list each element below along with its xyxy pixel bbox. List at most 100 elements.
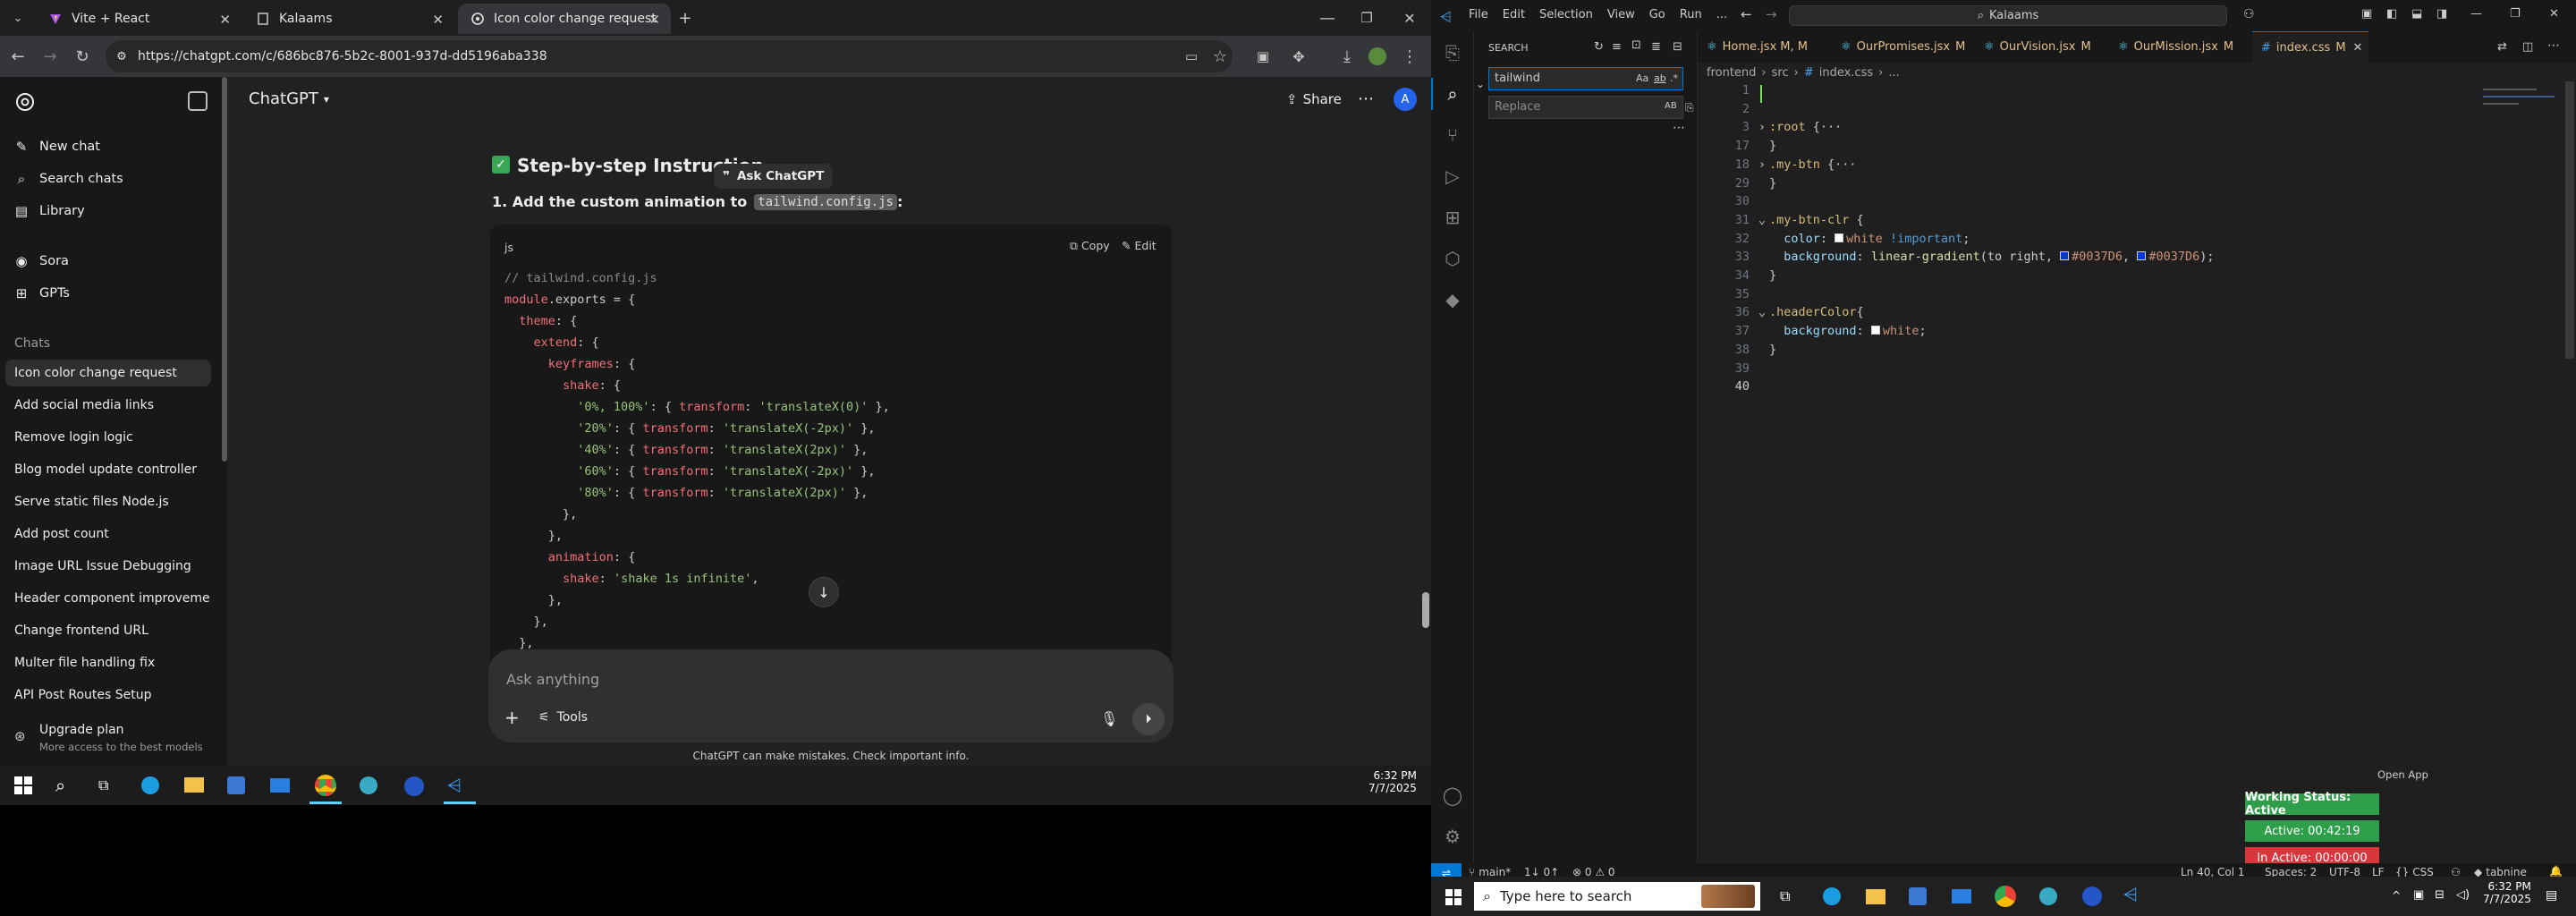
- fold-collapsed-icon[interactable]: ›: [1753, 120, 1766, 134]
- split-editor-icon[interactable]: ◫: [2522, 40, 2533, 54]
- account-icon[interactable]: ◯: [1442, 785, 1463, 806]
- toggle-secondary-icon[interactable]: ◨: [2436, 7, 2447, 21]
- chat-item-1[interactable]: Add social media links: [5, 392, 211, 419]
- mail-icon[interactable]: [270, 778, 290, 793]
- menu-dots-icon[interactable]: ⋮: [1399, 46, 1420, 67]
- vscode-icon[interactable]: ⩤: [447, 775, 469, 796]
- download-icon[interactable]: ⤓: [1336, 46, 1358, 67]
- mail-icon[interactable]: [1952, 889, 1971, 903]
- edit-button[interactable]: ✎ Edit: [1122, 239, 1157, 252]
- editor-scrollbar[interactable]: [2565, 81, 2574, 359]
- task-view-icon[interactable]: ⧉: [1780, 887, 1790, 905]
- chat-item-5[interactable]: Add post count: [5, 521, 211, 547]
- copy-button[interactable]: ⧉ Copy: [1070, 239, 1110, 253]
- bookmark-star-icon[interactable]: ☆: [1209, 46, 1231, 67]
- windows-start-icon[interactable]: [1445, 889, 1462, 905]
- match-case-toggle[interactable]: Aa: [1636, 72, 1648, 84]
- toggle-sidebar-icon[interactable]: ◧: [2386, 7, 2397, 21]
- chat-item-3[interactable]: Blog model update controller: [5, 456, 211, 483]
- breadcrumb-item[interactable]: frontend: [1707, 66, 1756, 80]
- chat-item-6[interactable]: Image URL Issue Debugging: [5, 553, 211, 580]
- profile-icon[interactable]: [1367, 46, 1388, 67]
- menu-selection[interactable]: Selection: [1539, 8, 1593, 21]
- edge-icon[interactable]: [1823, 887, 1841, 905]
- minimap[interactable]: [2483, 83, 2569, 155]
- store-icon[interactable]: [227, 776, 245, 794]
- replace-input[interactable]: Replace AB: [1488, 96, 1683, 119]
- preserve-case-toggle[interactable]: AB: [1665, 101, 1677, 111]
- minimize-icon[interactable]: —: [1317, 7, 1338, 29]
- chat-item-7[interactable]: Header component improveme...: [5, 585, 211, 612]
- chrome-icon[interactable]: [1995, 886, 2016, 907]
- chrome-icon[interactable]: [315, 775, 336, 796]
- maximize-icon[interactable]: ❐: [1356, 7, 1377, 29]
- tab-ourvision-jsx[interactable]: ⚛ OurVision.jsx M: [1975, 31, 2109, 63]
- new-tab-icon[interactable]: +: [674, 7, 696, 29]
- tabnine-icon[interactable]: ◆: [1442, 289, 1463, 310]
- openai-logo-icon[interactable]: [14, 91, 36, 113]
- notification-center-icon[interactable]: ▤: [2546, 888, 2557, 903]
- close-icon[interactable]: ✕: [2353, 41, 2363, 55]
- tray-app-icon[interactable]: ▣: [2413, 888, 2424, 902]
- breadcrumb-item[interactable]: index.css: [1819, 66, 1873, 80]
- gear-icon[interactable]: ⚙: [1442, 826, 1463, 847]
- app-icon[interactable]: [360, 776, 377, 794]
- app-icon[interactable]: [404, 776, 424, 796]
- tab-vite-react[interactable]: Vite + React ✕: [36, 4, 242, 34]
- close-icon[interactable]: ✕: [648, 12, 660, 28]
- menu-run[interactable]: Run: [1680, 8, 1702, 21]
- tray-chevron-icon[interactable]: ^: [2392, 889, 2401, 902]
- chat-item-2[interactable]: Remove login logic: [5, 424, 211, 451]
- clear-results-icon[interactable]: ≡: [1612, 40, 1622, 54]
- page-scrollbar[interactable]: [1422, 592, 1429, 628]
- clock[interactable]: 6:32 PM 7/7/2025: [1368, 769, 1417, 794]
- remote-explorer-icon[interactable]: ⬡: [1442, 248, 1463, 269]
- close-icon[interactable]: ✕: [432, 12, 444, 28]
- search-icon[interactable]: ⌕: [55, 775, 65, 796]
- clock[interactable]: 6:32 PM 7/7/2025: [2483, 880, 2531, 905]
- extensions-puzzle-icon[interactable]: ✥: [1288, 46, 1309, 67]
- maximize-icon[interactable]: ❐: [2510, 7, 2521, 21]
- fold-collapsed-icon[interactable]: ›: [1753, 157, 1766, 172]
- microphone-icon[interactable]: 🎙: [1100, 710, 1118, 727]
- task-view-icon[interactable]: ⧉: [98, 776, 108, 794]
- back-icon[interactable]: ←: [7, 46, 29, 67]
- sidebar-scrollbar[interactable]: [222, 77, 227, 462]
- sora-item[interactable]: ◉ Sora: [13, 250, 68, 272]
- avatar[interactable]: A: [1394, 88, 1417, 111]
- search-chats-item[interactable]: ⌕ Search chats: [13, 168, 123, 190]
- app-icon[interactable]: [2082, 886, 2102, 906]
- menu-file[interactable]: File: [1469, 8, 1488, 21]
- chat-item-0[interactable]: Icon color change request: [5, 360, 211, 386]
- minimize-icon[interactable]: —: [2470, 7, 2482, 21]
- address-bar[interactable]: ⚙ https://chatgpt.com/c/686bc876-5b2c-80…: [106, 40, 1233, 72]
- forward-icon[interactable]: →: [1766, 6, 1777, 22]
- tab-ourpromises-jsx[interactable]: ⚛ OurPromises.jsx M: [1832, 31, 1975, 63]
- upgrade-plan[interactable]: ⊛ Upgrade plan More access to the best m…: [0, 717, 227, 771]
- compare-icon[interactable]: ⇄: [2497, 40, 2507, 54]
- chat-item-4[interactable]: Serve static files Node.js: [5, 488, 211, 515]
- reload-icon[interactable]: ↻: [72, 46, 93, 67]
- more-options-icon[interactable]: ⋯: [1358, 89, 1374, 108]
- source-control-icon[interactable]: ⑂: [1442, 124, 1463, 146]
- close-icon[interactable]: ✕: [219, 12, 231, 28]
- taskbar-search[interactable]: ⌕ Type here to search: [1474, 882, 1760, 911]
- collapse-icon[interactable]: ⊟: [1673, 40, 1682, 54]
- gpts-item[interactable]: ⊞ GPTs: [13, 283, 70, 304]
- back-icon[interactable]: ←: [1741, 6, 1752, 22]
- more-actions-icon[interactable]: ⋯: [2547, 38, 2560, 53]
- app-icon[interactable]: [2039, 887, 2057, 905]
- sidebar-toggle-icon[interactable]: [188, 91, 208, 111]
- extension-icon[interactable]: ▣: [1252, 46, 1274, 67]
- file-explorer-icon[interactable]: [184, 777, 204, 793]
- share-button[interactable]: ⇪ Share: [1286, 91, 1342, 107]
- whole-word-toggle[interactable]: ab: [1654, 72, 1666, 84]
- breadcrumb-item[interactable]: src: [1772, 66, 1789, 80]
- network-icon[interactable]: ⊟: [2435, 888, 2445, 902]
- extensions-icon[interactable]: ⊞: [1442, 207, 1463, 228]
- menu-more[interactable]: ...: [1716, 8, 1727, 21]
- copilot-icon[interactable]: ⚇: [2243, 7, 2255, 21]
- library-item[interactable]: ▤ Library: [13, 200, 85, 222]
- more-options-icon[interactable]: ⋯: [1673, 121, 1685, 135]
- toggle-panel-icon[interactable]: ⬓: [2411, 7, 2422, 21]
